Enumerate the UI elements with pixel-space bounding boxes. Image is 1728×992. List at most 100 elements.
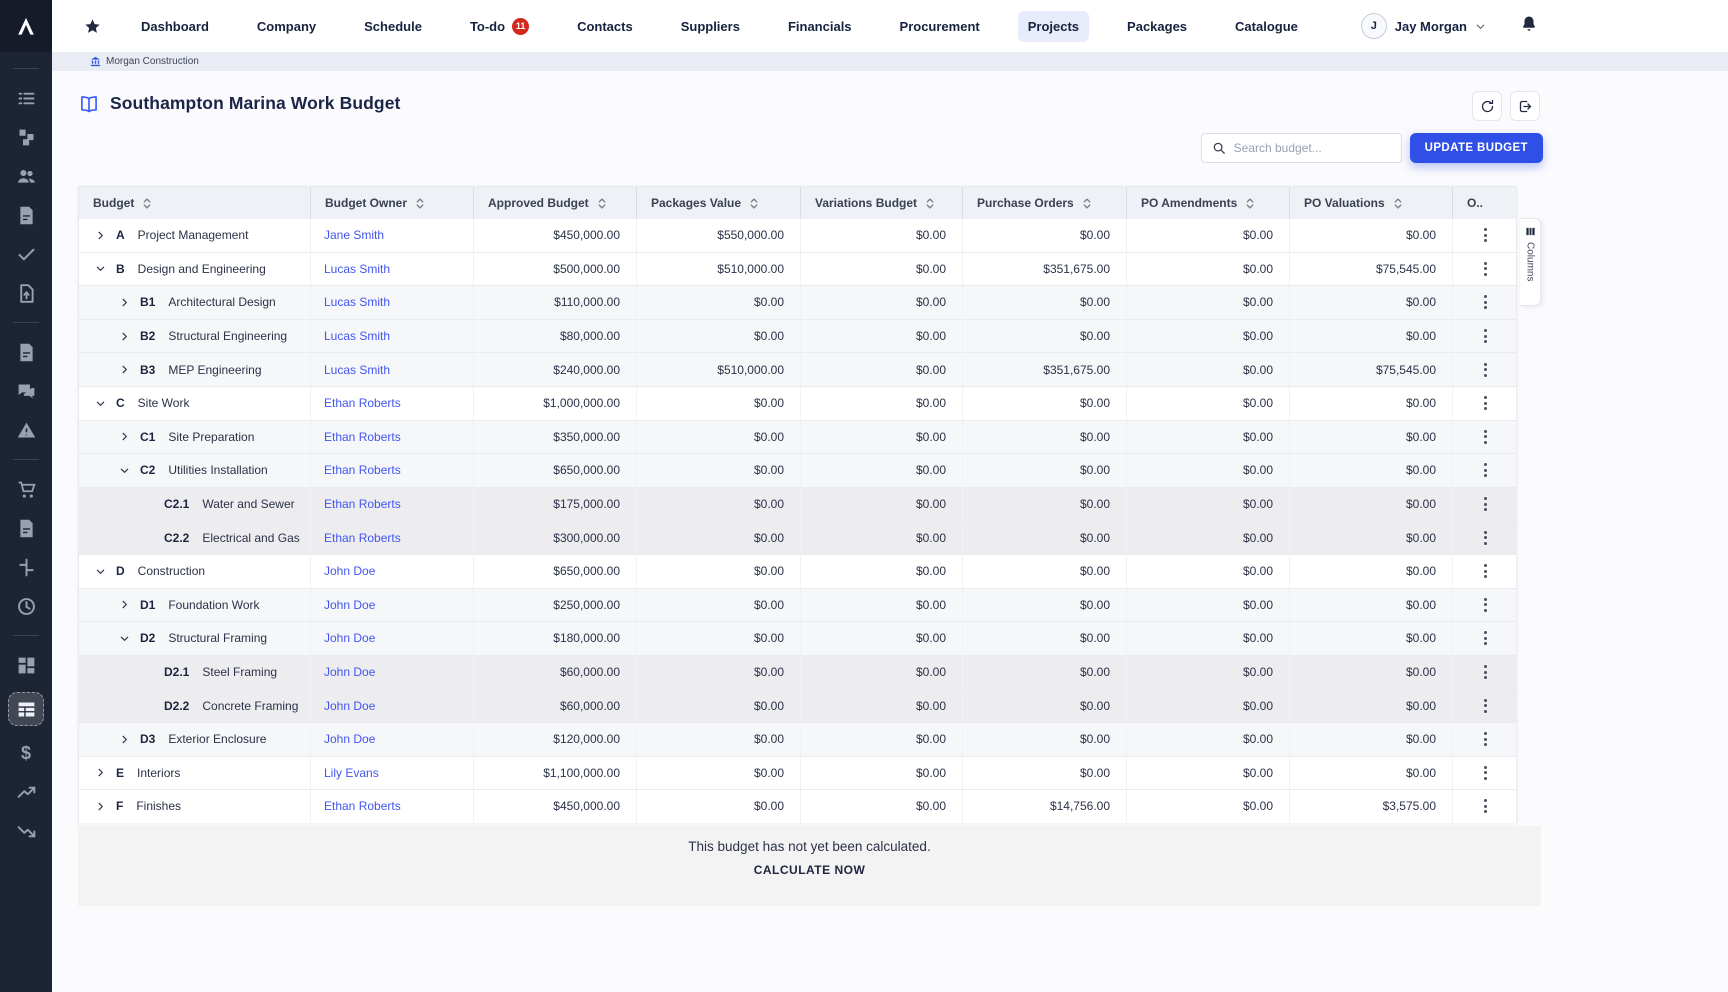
budget-owner-link[interactable]: John Doe: [324, 598, 375, 612]
row-menu-kebab-icon[interactable]: [1480, 795, 1491, 817]
sort-icon[interactable]: [415, 197, 425, 210]
row-menu-kebab-icon[interactable]: [1480, 493, 1491, 515]
budget-owner-link[interactable]: John Doe: [324, 732, 375, 746]
budget-owner-link[interactable]: Lucas Smith: [324, 329, 390, 343]
column-header-variations-budget[interactable]: Variations Budget: [801, 187, 963, 219]
sort-icon[interactable]: [1082, 197, 1092, 210]
table-row-D3[interactable]: D3Exterior EnclosureJohn Doe$120,000.00$…: [79, 723, 1516, 757]
row-menu-kebab-icon[interactable]: [1480, 325, 1491, 347]
budget-owner-link[interactable]: Ethan Roberts: [324, 396, 401, 410]
sort-icon[interactable]: [597, 197, 607, 210]
budget-owner-link[interactable]: Lucas Smith: [324, 363, 390, 377]
table-row-C1[interactable]: C1Site PreparationEthan Roberts$350,000.…: [79, 421, 1516, 455]
sort-icon[interactable]: [749, 197, 759, 210]
row-menu-kebab-icon[interactable]: [1480, 459, 1491, 481]
row-menu-kebab-icon[interactable]: [1480, 627, 1491, 649]
calculate-now-button[interactable]: CALCULATE NOW: [754, 863, 866, 877]
nav-item-projects[interactable]: Projects: [1018, 11, 1089, 42]
budget-owner-link[interactable]: Jane Smith: [324, 228, 384, 242]
row-menu-kebab-icon[interactable]: [1480, 728, 1491, 750]
table-row-A[interactable]: AProject ManagementJane Smith$450,000.00…: [79, 219, 1516, 253]
sidebar-cart-icon[interactable]: [9, 477, 43, 501]
search-input[interactable]: [1234, 141, 1391, 155]
budget-owner-link[interactable]: Ethan Roberts: [324, 799, 401, 813]
sidebar-trend-up-icon[interactable]: [9, 780, 43, 804]
table-row-D[interactable]: DConstructionJohn Doe$650,000.00$0.00$0.…: [79, 555, 1516, 589]
nav-item-schedule[interactable]: Schedule: [354, 11, 432, 42]
sidebar-hierarchy-icon[interactable]: [9, 125, 43, 149]
row-menu-kebab-icon[interactable]: [1480, 560, 1491, 582]
refresh-button[interactable]: [1472, 91, 1502, 121]
favorites-star-icon[interactable]: [84, 18, 101, 35]
expand-chevron-icon[interactable]: [119, 599, 131, 610]
sort-icon[interactable]: [925, 197, 935, 210]
table-row-B3[interactable]: B3MEP EngineeringLucas Smith$240,000.00$…: [79, 353, 1516, 387]
sidebar-clock-icon[interactable]: [9, 594, 43, 618]
notifications-bell-icon[interactable]: [1520, 15, 1538, 38]
row-menu-kebab-icon[interactable]: [1480, 762, 1491, 784]
row-menu-kebab-icon[interactable]: [1480, 291, 1491, 313]
row-menu-kebab-icon[interactable]: [1480, 527, 1491, 549]
row-menu-kebab-icon[interactable]: [1480, 224, 1491, 246]
nav-item-dashboard[interactable]: Dashboard: [131, 11, 219, 42]
column-header-o-[interactable]: O..: [1453, 187, 1518, 219]
sidebar-list-icon[interactable]: [9, 86, 43, 110]
row-menu-kebab-icon[interactable]: [1480, 661, 1491, 683]
expand-chevron-icon[interactable]: [95, 767, 107, 778]
sidebar-users-icon[interactable]: [9, 164, 43, 188]
table-row-D1[interactable]: D1Foundation WorkJohn Doe$250,000.00$0.0…: [79, 589, 1516, 623]
sidebar-dashboard-icon[interactable]: [9, 653, 43, 677]
row-menu-kebab-icon[interactable]: [1480, 594, 1491, 616]
nav-item-financials[interactable]: Financials: [778, 11, 862, 42]
sidebar-document-icon[interactable]: [9, 203, 43, 227]
row-menu-kebab-icon[interactable]: [1480, 359, 1491, 381]
column-header-approved-budget[interactable]: Approved Budget: [474, 187, 637, 219]
sort-icon[interactable]: [1245, 197, 1255, 210]
nav-item-to-do[interactable]: To-do11: [460, 10, 539, 43]
table-row-C2[interactable]: C2Utilities InstallationEthan Roberts$65…: [79, 454, 1516, 488]
expand-chevron-icon[interactable]: [119, 734, 131, 745]
expand-chevron-icon[interactable]: [119, 331, 131, 342]
row-menu-kebab-icon[interactable]: [1480, 695, 1491, 717]
column-header-po-valuations[interactable]: PO Valuations: [1290, 187, 1453, 219]
breadcrumb[interactable]: Morgan Construction: [106, 56, 199, 67]
table-row-F[interactable]: FFinishesEthan Roberts$450,000.00$0.00$0…: [79, 790, 1516, 823]
columns-panel-toggle[interactable]: Columns: [1520, 218, 1541, 306]
budget-owner-link[interactable]: John Doe: [324, 631, 375, 645]
collapse-chevron-icon[interactable]: [95, 566, 107, 577]
budget-owner-link[interactable]: Lily Evans: [324, 766, 379, 780]
column-header-po-amendments[interactable]: PO Amendments: [1127, 187, 1290, 219]
sidebar-table-icon[interactable]: [8, 692, 44, 726]
budget-owner-link[interactable]: Ethan Roberts: [324, 430, 401, 444]
nav-item-company[interactable]: Company: [247, 11, 326, 42]
column-header-purchase-orders[interactable]: Purchase Orders: [963, 187, 1127, 219]
nav-item-contacts[interactable]: Contacts: [567, 11, 643, 42]
column-header-packages-value[interactable]: Packages Value: [637, 187, 801, 219]
sidebar-dollar-icon[interactable]: $: [9, 741, 43, 765]
nav-item-suppliers[interactable]: Suppliers: [671, 11, 750, 42]
sidebar-warning-icon[interactable]: [9, 418, 43, 442]
expand-chevron-icon[interactable]: [95, 230, 107, 241]
table-row-D2.1[interactable]: D2.1Steel FramingJohn Doe$60,000.00$0.00…: [79, 656, 1516, 690]
collapse-chevron-icon[interactable]: [95, 263, 107, 274]
budget-owner-link[interactable]: John Doe: [324, 665, 375, 679]
row-menu-kebab-icon[interactable]: [1480, 426, 1491, 448]
sidebar-chat-icon[interactable]: [9, 379, 43, 403]
budget-owner-link[interactable]: Ethan Roberts: [324, 463, 401, 477]
expand-chevron-icon[interactable]: [95, 801, 107, 812]
table-row-C2.1[interactable]: C2.1Water and SewerEthan Roberts$175,000…: [79, 488, 1516, 522]
table-row-B1[interactable]: B1Architectural DesignLucas Smith$110,00…: [79, 286, 1516, 320]
nav-item-packages[interactable]: Packages: [1117, 11, 1197, 42]
collapse-chevron-icon[interactable]: [119, 633, 131, 644]
budget-owner-link[interactable]: John Doe: [324, 564, 375, 578]
collapse-chevron-icon[interactable]: [119, 465, 131, 476]
budget-owner-link[interactable]: Lucas Smith: [324, 295, 390, 309]
table-row-E[interactable]: EInteriorsLily Evans$1,100,000.00$0.00$0…: [79, 757, 1516, 791]
export-button[interactable]: [1510, 91, 1540, 121]
table-row-B2[interactable]: B2Structural EngineeringLucas Smith$80,0…: [79, 320, 1516, 354]
app-logo[interactable]: [0, 0, 52, 52]
budget-owner-link[interactable]: Ethan Roberts: [324, 497, 401, 511]
expand-chevron-icon[interactable]: [119, 431, 131, 442]
row-menu-kebab-icon[interactable]: [1480, 258, 1491, 280]
budget-owner-link[interactable]: Ethan Roberts: [324, 531, 401, 545]
